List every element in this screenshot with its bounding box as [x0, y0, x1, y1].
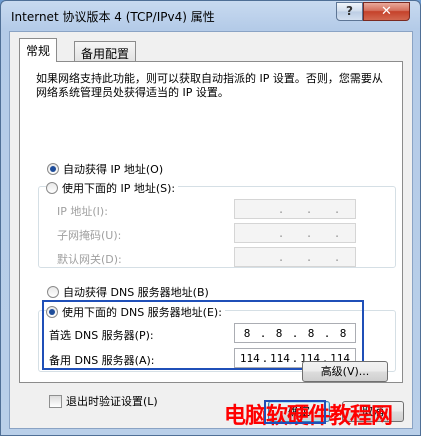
dns-highlight-frame [42, 300, 364, 370]
default-gateway-field: ... [234, 247, 356, 267]
radio-auto-ip-button[interactable] [47, 163, 59, 175]
close-button[interactable]: ✕ [363, 2, 410, 21]
radio-auto-ip[interactable]: 自动获得 IP 地址(O) [47, 161, 163, 177]
window-title: Internet 协议版本 4 (TCP/IPv4) 属性 [11, 10, 215, 24]
help-button[interactable]: ? [336, 2, 363, 21]
general-tab-panel: 如果网络支持此功能，则可以获取自动指派的 IP 设置。否则，您需要从网络系统管理… [19, 61, 403, 408]
radio-auto-dns[interactable]: 自动获得 DNS 服务器地址(B) [47, 284, 209, 300]
radio-manual-ip-button[interactable] [46, 182, 58, 194]
ip-address-field: ... [234, 199, 356, 219]
validate-checkbox-box[interactable] [49, 394, 62, 408]
subnet-mask-field: ... [234, 223, 356, 243]
radio-manual-ip-label: 使用下面的 IP 地址(S): [62, 182, 176, 195]
ip-address-label: IP 地址(I): [57, 205, 108, 218]
advanced-button[interactable]: 高级(V)... [302, 361, 388, 382]
ok-highlight-frame [264, 400, 326, 424]
dialog-body: 常规 备用配置 如果网络支持此功能，则可以获取自动指派的 IP 设置。否则，您需… [9, 31, 413, 429]
validate-checkbox-label: 退出时验证设置(L) [66, 395, 158, 408]
radio-auto-ip-label: 自动获得 IP 地址(O) [63, 163, 164, 176]
radio-auto-dns-button[interactable] [47, 286, 59, 298]
radio-auto-dns-label: 自动获得 DNS 服务器地址(B) [63, 286, 209, 299]
validate-settings-checkbox[interactable]: 退出时验证设置(L) [49, 393, 158, 409]
description-text: 如果网络支持此功能，则可以获取自动指派的 IP 设置。否则，您需要从网络系统管理… [36, 72, 383, 99]
tab-alternate-config[interactable]: 备用配置 [74, 41, 137, 61]
radio-manual-ip[interactable]: 使用下面的 IP 地址(S): [46, 180, 179, 196]
default-gateway-label: 默认网关(D): [57, 253, 122, 266]
title-bar[interactable]: Internet 协议版本 4 (TCP/IPv4) 属性 ? ✕ [1, 1, 420, 29]
tab-general[interactable]: 常规 [19, 38, 58, 62]
dialog-window: Internet 协议版本 4 (TCP/IPv4) 属性 ? ✕ 常规 备用配… [0, 0, 421, 436]
subnet-mask-label: 子网掩码(U): [57, 229, 122, 242]
